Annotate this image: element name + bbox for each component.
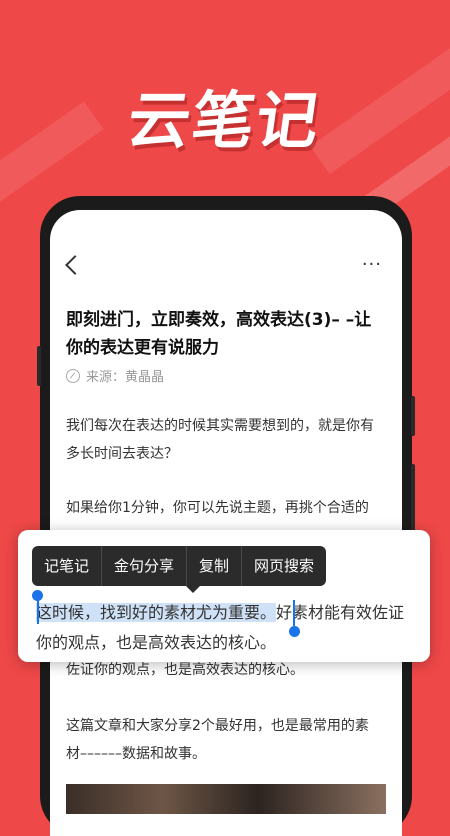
phone-button	[411, 464, 415, 534]
article-title: 即刻进门，立即奏效，高效表达(3)– –让你的表达更有说服力	[66, 310, 372, 358]
article-paragraph: 我们每次在表达的时候其实需要想到的，就是你有多长时间去表达？	[66, 418, 374, 462]
toolbar-pointer	[186, 586, 200, 593]
compass-icon	[66, 368, 80, 383]
source-label: 来源：黄晶晶	[86, 370, 165, 385]
copy-button[interactable]: 复制	[187, 546, 243, 586]
selection-start-line	[37, 598, 39, 624]
article-topbar: ···	[50, 254, 402, 284]
back-arrow-icon[interactable]	[65, 255, 85, 275]
phone-frame: ··· 即刻进门，立即奏效，高效表达(3)– –让你的表达更有说服力 来源：黄晶…	[37, 196, 415, 836]
promo-headline: 云笔记	[123, 84, 326, 157]
selection-end-line	[293, 600, 295, 626]
phone-button	[37, 346, 41, 386]
web-search-button[interactable]: 网页搜索	[242, 546, 326, 586]
selection-text-block: 这时候，找到好的素材尤为重要。好素材能有效佐证你的观点，也是高效表达的核心。	[36, 598, 416, 658]
selected-text[interactable]: 这时候，找到好的素材尤为重要。	[36, 603, 277, 622]
selection-end-handle[interactable]	[289, 626, 300, 637]
selection-toolbar: 记笔记 金句分享 复制 网页搜索	[32, 546, 327, 586]
take-note-button[interactable]: 记笔记	[32, 546, 103, 586]
phone-screen: ··· 即刻进门，立即奏效，高效表达(3)– –让你的表达更有说服力 来源：黄晶…	[50, 210, 402, 836]
article-paragraph: 如果给你1分钟，你可以先说主题，再挑个合适的	[66, 500, 369, 516]
article-image	[66, 784, 386, 814]
article-paragraph: 这篇文章和大家分享2个最好用，也是最常用的素材––––––数据和故事。	[66, 718, 369, 762]
article-source: 来源：黄晶晶	[66, 366, 164, 385]
share-quote-button[interactable]: 金句分享	[102, 546, 188, 586]
phone-button	[411, 396, 415, 436]
more-options-icon[interactable]: ···	[362, 254, 382, 275]
